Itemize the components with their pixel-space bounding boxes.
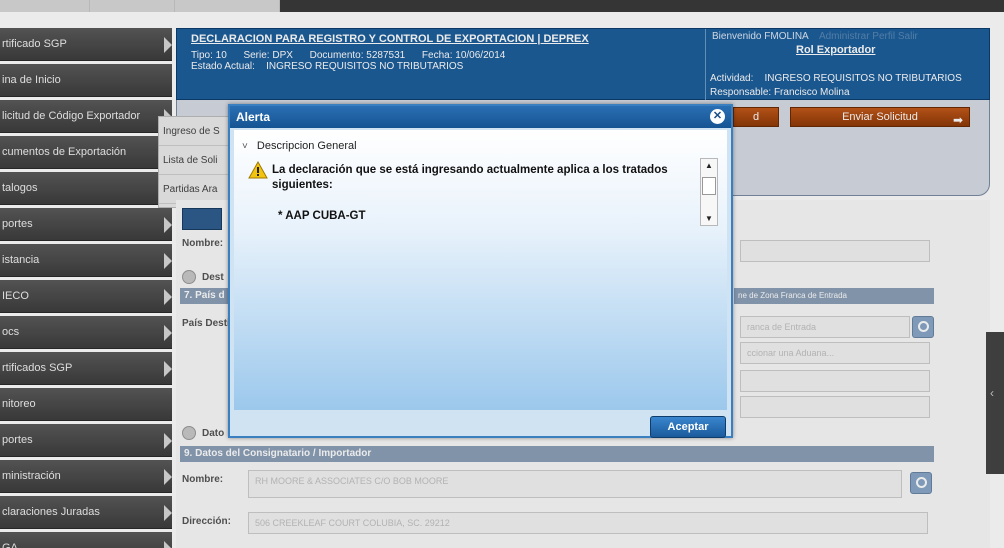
alert-body: ˅ Descripcion General La declaración que… [234, 130, 727, 410]
alert-dialog: Alerta ✕ ˅ Descripcion General La declar… [228, 104, 733, 438]
scroll-up-icon[interactable]: ▲ [705, 161, 713, 170]
alert-title: Alerta [230, 106, 731, 128]
accept-button[interactable]: Aceptar [650, 416, 726, 438]
message-scrollbar[interactable]: ▲ ▼ [700, 158, 718, 226]
alert-message: La declaración que se está ingresando ac… [272, 164, 668, 191]
group-header[interactable]: ˅ Descripcion General [242, 140, 357, 152]
scroll-thumb[interactable] [702, 177, 716, 195]
group-title: Descripcion General [256, 140, 357, 152]
scroll-down-icon[interactable]: ▼ [705, 214, 713, 223]
warning-icon [248, 161, 268, 179]
treaty-item: * AAP CUBA-GT [278, 210, 366, 222]
chevron-down-icon: ˅ [242, 141, 248, 152]
close-icon[interactable]: ✕ [710, 109, 725, 124]
